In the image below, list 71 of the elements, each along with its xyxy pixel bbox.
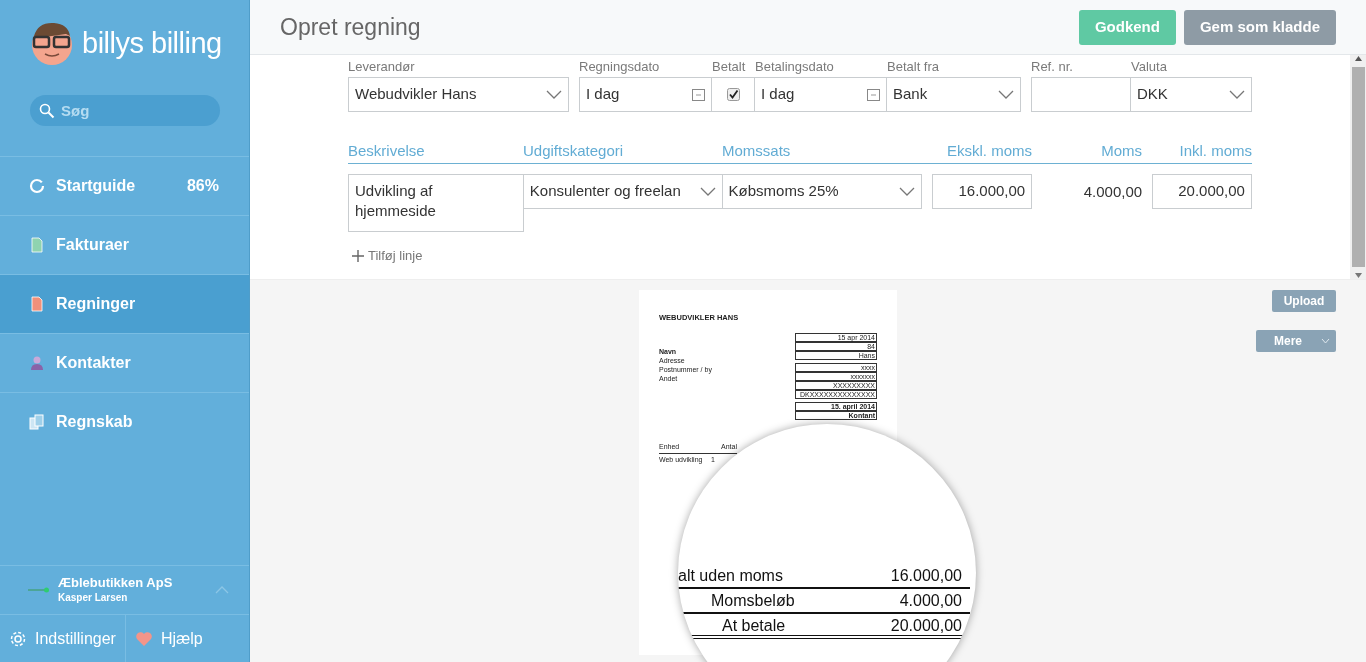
company-name: Æblebutikken ApS [58, 575, 173, 591]
caret-icon [1321, 338, 1330, 344]
person-icon [29, 355, 45, 371]
footer-link[interactable]: Indstillinger [0, 615, 126, 662]
chevron-down-icon [899, 186, 916, 197]
settings-icon [9, 629, 27, 648]
checkbox[interactable] [712, 77, 755, 112]
logo-icon [30, 20, 74, 66]
field-label: Regningsdato [579, 58, 661, 76]
field-label: Betalt [712, 58, 747, 76]
more-dropdown-button[interactable]: Mere [1256, 330, 1336, 352]
nav-item[interactable]: Kontakter [0, 333, 249, 392]
save-draft-button[interactable]: Gem som kladde [1183, 9, 1336, 45]
dropdown[interactable]: Bank [887, 77, 1021, 112]
dropdown[interactable]: Webudvikler Hans [348, 77, 569, 112]
chevron-down-icon [546, 89, 562, 100]
dropdown[interactable]: DKK [1131, 77, 1252, 112]
amount-field[interactable]: 16.000,00 [932, 174, 1033, 209]
date-field[interactable]: I dag [755, 77, 887, 112]
scrollbar-thumb[interactable] [1351, 67, 1365, 267]
status-line-icon [28, 587, 50, 593]
input-field[interactable] [1031, 77, 1131, 112]
nav-item[interactable]: Regninger [0, 274, 249, 333]
logo-text: billys billing [82, 26, 222, 61]
heart-icon [134, 629, 153, 648]
field-label: Valuta [1131, 58, 1168, 76]
date-field[interactable]: I dag [579, 77, 712, 112]
plus-icon [352, 249, 364, 262]
dropdown[interactable]: Konsulenter og freelan [523, 174, 723, 209]
column-header: Momssats [722, 141, 792, 161]
nav-item[interactable]: Startguide 86% [0, 156, 249, 215]
dropdown[interactable]: Købsmoms 25% [722, 174, 923, 209]
column-header: Ekskl. moms [946, 141, 1032, 161]
checkbox-icon [726, 88, 740, 101]
vat-amount: 4.000,00 [1082, 182, 1143, 202]
nav-item[interactable]: Regnskab [0, 392, 249, 451]
user-name: Kasper Larsen [58, 591, 129, 605]
calendar-icon [692, 88, 705, 101]
progress-ring-icon [29, 178, 45, 194]
chevron-down-icon [699, 186, 716, 197]
search-icon [39, 103, 55, 119]
total-value: 16.000,00 [890, 566, 962, 586]
total-label: Momsbeløb [711, 591, 795, 611]
documents-icon [29, 414, 45, 430]
chevron-up-icon [215, 586, 229, 594]
column-header: Inkl. moms [1178, 141, 1252, 161]
total-label: At betale [722, 616, 786, 634]
chevron-down-icon [1229, 89, 1245, 100]
document-icon [29, 237, 45, 253]
search-field[interactable]: Søg [30, 95, 220, 126]
total-label: alt uden moms [678, 566, 783, 586]
field-label: Leverandør [348, 58, 416, 76]
scrollbar[interactable] [1350, 55, 1366, 279]
calendar-icon [867, 88, 880, 101]
upload-button[interactable]: Upload [1272, 290, 1336, 312]
page-title: Opret regning [280, 12, 421, 42]
column-header: Udgiftskategori [523, 141, 625, 161]
field-label: Betalt fra [887, 58, 941, 76]
field-label: Betalingsdato [755, 58, 835, 76]
total-value: 20.000,00 [890, 616, 962, 634]
amount-field[interactable]: 20.000,00 [1152, 174, 1252, 209]
column-header: Beskrivelse [348, 141, 426, 161]
footer-link[interactable]: Hjælp [125, 615, 212, 662]
description-field[interactable]: Udvikling af hjemmeside [348, 174, 524, 232]
chevron-down-icon [998, 89, 1014, 100]
column-header: Moms [1100, 141, 1142, 161]
add-line-button[interactable]: Tilføj linje [348, 246, 427, 266]
total-value: 4.000,00 [899, 591, 962, 611]
field-label: Ref. nr. [1031, 58, 1074, 76]
progress-percent: 86% [186, 176, 219, 196]
document-icon [29, 296, 45, 312]
